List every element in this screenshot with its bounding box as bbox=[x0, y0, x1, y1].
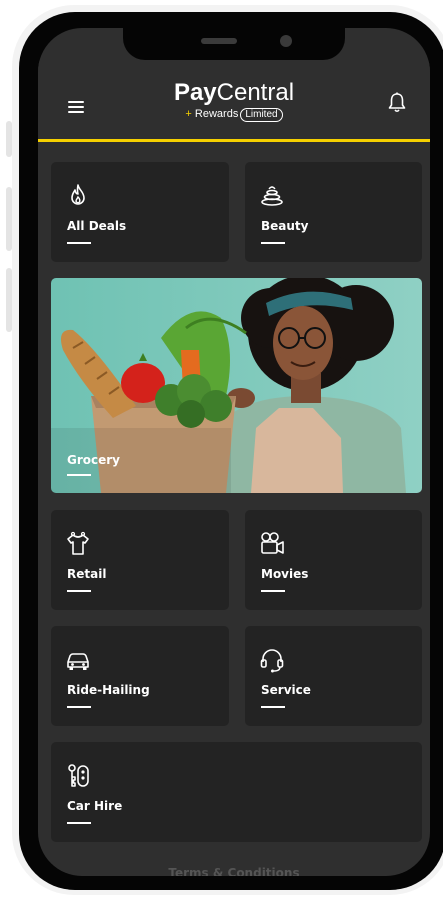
category-underline bbox=[67, 242, 91, 244]
category-label: Movies bbox=[261, 567, 309, 581]
car-keys-icon bbox=[65, 763, 91, 789]
spa-stones-icon bbox=[259, 183, 285, 209]
fire-icon bbox=[65, 183, 91, 209]
category-grocery[interactable]: Grocery bbox=[51, 278, 422, 493]
category-label: Car Hire bbox=[67, 799, 123, 813]
app-screen: PayCentral + Rewards Limited All Deals B… bbox=[38, 28, 430, 876]
video-camera-icon bbox=[259, 531, 285, 557]
category-label: All Deals bbox=[67, 219, 127, 233]
category-underline bbox=[261, 590, 285, 592]
category-retail[interactable]: Retail bbox=[51, 510, 229, 610]
category-label: Beauty bbox=[261, 219, 309, 233]
front-camera bbox=[280, 35, 292, 47]
header-accent-rule bbox=[38, 139, 430, 142]
speaker-grille bbox=[201, 38, 237, 44]
logo-pay-text: Pay bbox=[173, 79, 217, 106]
logo-wordmark: PayCentral bbox=[148, 80, 320, 106]
category-label: Service bbox=[261, 683, 311, 697]
category-underline bbox=[67, 706, 91, 708]
category-movies[interactable]: Movies bbox=[245, 510, 422, 610]
headset-icon bbox=[259, 647, 285, 673]
category-label: Retail bbox=[67, 567, 107, 581]
logo-rewards-line: + Rewards Limited bbox=[148, 106, 320, 122]
car-icon bbox=[65, 647, 91, 673]
category-service[interactable]: Service bbox=[245, 626, 422, 726]
category-underline bbox=[261, 242, 285, 244]
category-label: Grocery bbox=[67, 453, 121, 467]
category-ride-hailing[interactable]: Ride-Hailing bbox=[51, 626, 229, 726]
terms-link[interactable]: Terms & Conditions bbox=[38, 866, 430, 876]
hamburger-menu-icon[interactable] bbox=[68, 101, 84, 113]
category-underline bbox=[67, 474, 91, 476]
bell-icon[interactable] bbox=[387, 92, 407, 114]
logo-limited-badge: Limited bbox=[240, 108, 283, 122]
category-label: Ride-Hailing bbox=[67, 683, 150, 697]
phone-notch bbox=[123, 28, 345, 60]
category-beauty[interactable]: Beauty bbox=[245, 162, 422, 262]
category-all-deals[interactable]: All Deals bbox=[51, 162, 229, 262]
category-underline bbox=[67, 822, 91, 824]
logo-plus-sign: + bbox=[185, 108, 192, 120]
shirt-icon bbox=[65, 531, 91, 557]
logo-central-text: Central bbox=[216, 79, 295, 106]
logo-rewards-text: Rewards bbox=[194, 108, 239, 120]
category-underline bbox=[67, 590, 91, 592]
category-car-hire[interactable]: Car Hire bbox=[51, 742, 422, 842]
category-underline bbox=[261, 706, 285, 708]
